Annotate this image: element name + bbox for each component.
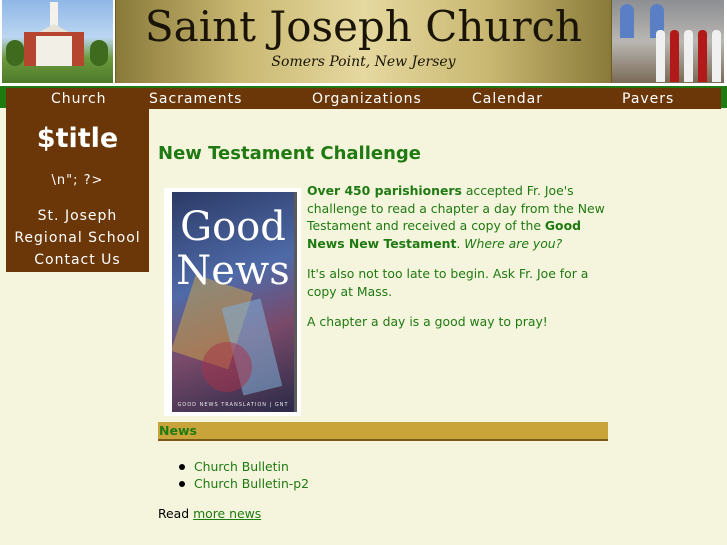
portico-graphic	[36, 36, 72, 66]
title-banner: Saint Joseph Church Somers Point, New Je…	[115, 0, 612, 83]
choir-photo	[612, 0, 724, 83]
choir-member	[684, 30, 693, 82]
choir-member	[656, 30, 665, 82]
tree-graphic	[6, 40, 24, 66]
nav-item-pavers[interactable]: Pavers	[622, 88, 674, 109]
steeple-graphic	[50, 2, 58, 26]
good-news-book: Good News GOOD NEWS TRANSLATION | GNT	[172, 192, 297, 412]
nav-item-organizations[interactable]: Organizations	[312, 88, 422, 109]
news-section-header: News	[158, 422, 608, 441]
choir-member	[670, 30, 679, 82]
site-title: Saint Joseph Church	[144, 2, 583, 51]
more-news-prefix: Read	[158, 506, 194, 521]
page-title: New Testament Challenge	[158, 143, 422, 164]
intro-paragraph: A chapter a day is a good way to pray!	[307, 314, 548, 329]
book-cover-image: Good News GOOD NEWS TRANSLATION | GNT	[164, 188, 301, 416]
more-news-link[interactable]: more news	[193, 506, 261, 521]
sidebar-link-regional-school[interactable]: Regional School	[6, 230, 149, 246]
intro-italic-text: Where are you?	[464, 235, 563, 251]
nav-item-church[interactable]: Church	[51, 88, 107, 109]
book-footer-text: GOOD NEWS TRANSLATION | GNT	[177, 402, 289, 408]
site-header: Saint Joseph Church Somers Point, New Je…	[0, 0, 727, 86]
sidebar: $title \n"; ?> St. Joseph Regional Schoo…	[6, 109, 149, 272]
more-news-line: Read more news	[158, 506, 261, 521]
intro-paragraph: It's also not too late to begin. Ask Fr.…	[307, 266, 589, 299]
news-list: Church Bulletin Church Bulletin-p2	[158, 458, 309, 492]
choir-member	[698, 30, 707, 82]
news-link-church-bulletin[interactable]: Church Bulletin	[158, 458, 309, 475]
nav-item-sacraments[interactable]: Sacraments	[149, 88, 242, 109]
book-title-word: News	[176, 248, 290, 294]
church-building-photo	[2, 0, 113, 83]
sidebar-link-contact-us[interactable]: Contact Us	[6, 252, 149, 268]
stained-glass-pane	[202, 342, 252, 392]
main-nav: Church Sacraments Organizations Calendar…	[6, 88, 721, 109]
book-title-word: Good	[180, 204, 286, 250]
sidebar-title: $title	[36, 123, 119, 154]
tree-graphic	[90, 40, 108, 66]
intro-text: Over 450 parishioners accepted Fr. Joe's…	[307, 182, 607, 344]
intro-bold-text: Over 450 parishioners	[307, 183, 462, 198]
stained-glass-window	[620, 4, 634, 38]
choir-member	[712, 30, 721, 82]
news-header-label: News	[159, 423, 197, 438]
intro-paragraph: Over 450 parishioners accepted Fr. Joe's…	[307, 182, 607, 252]
site-subtitle: Somers Point, New Jersey	[271, 54, 456, 70]
sidebar-code-text: \n"; ?>	[51, 173, 104, 188]
sidebar-link-st-joseph[interactable]: St. Joseph	[6, 208, 149, 224]
nav-item-calendar[interactable]: Calendar	[472, 88, 543, 109]
news-link-church-bulletin-p2[interactable]: Church Bulletin-p2	[158, 475, 309, 492]
